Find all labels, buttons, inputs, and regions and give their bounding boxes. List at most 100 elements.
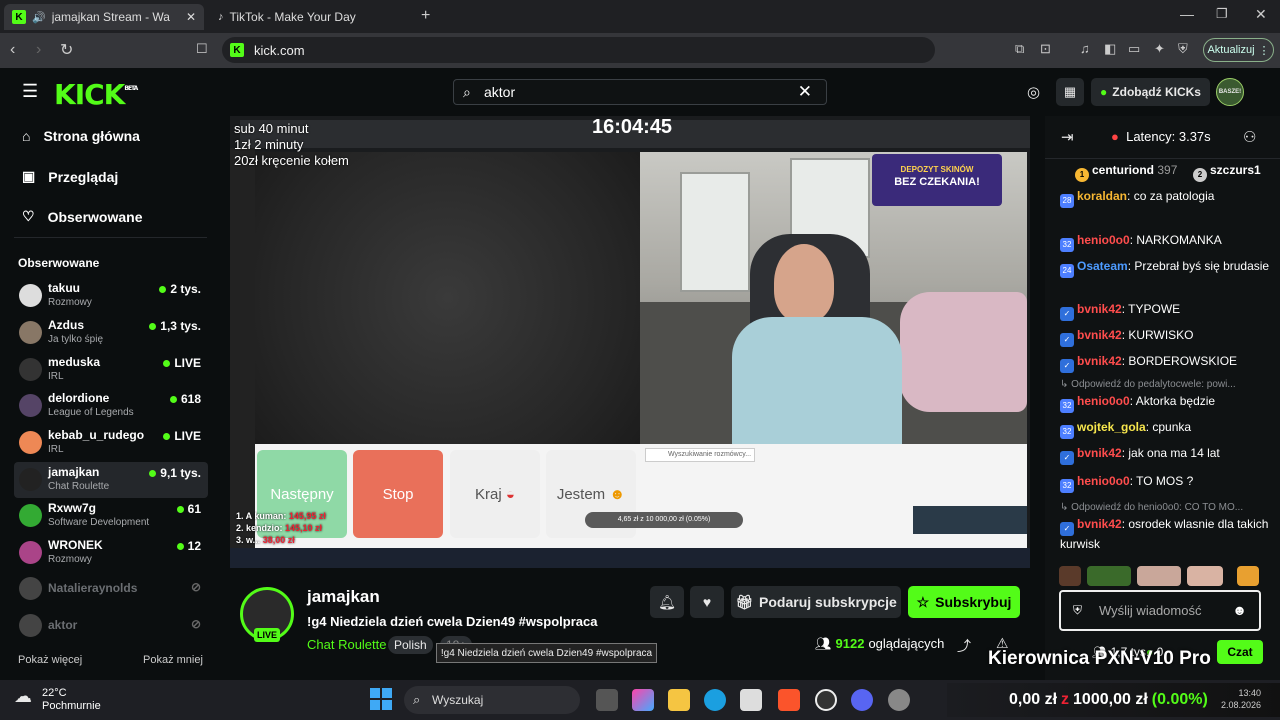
channel-item-delordione[interactable]: delordione League of Legends 618 (14, 388, 208, 424)
sidebar-item-home[interactable]: ⌂ Strona główna (22, 128, 140, 144)
brave-icon[interactable] (778, 689, 800, 711)
video-player[interactable]: DEPOZYT SKINÓW BEZ CZEKANIA! Następny St… (230, 116, 1030, 568)
taskbar-search[interactable]: ⌕ Wyszukaj (404, 686, 580, 714)
user-settings-icon[interactable]: ⚇ (1243, 128, 1256, 146)
subscribe-button[interactable]: ☆ Subskrybuj (908, 586, 1020, 618)
emoji-icon[interactable]: ☻ (1232, 602, 1247, 618)
chat-username[interactable]: koraldan (1077, 189, 1127, 203)
close-tab-icon[interactable]: ✕ (186, 10, 196, 24)
channel-item-kebab-u-rudego[interactable]: kebab_u_rudego IRL LIVE (14, 425, 208, 461)
weather-widget[interactable]: 22°C Pochmurnie (42, 687, 101, 713)
hamburger-menu-icon[interactable]: ☰ (22, 81, 38, 102)
language-tag[interactable]: Polish (388, 636, 433, 654)
window-close-icon[interactable]: ✕ (1255, 6, 1267, 23)
copilot-icon[interactable] (632, 689, 654, 711)
chat-username[interactable]: bvnik42 (1077, 302, 1122, 316)
sparkle-icon[interactable]: ✦ (1154, 41, 1165, 57)
task-view-icon[interactable] (596, 689, 618, 711)
channel-name[interactable]: jamajkan (307, 587, 380, 607)
chat-username[interactable]: bvnik42 (1077, 354, 1122, 368)
channel-item-aktor[interactable]: aktor ⊘ (14, 608, 208, 644)
windows-start-icon[interactable] (370, 688, 392, 710)
channel-item-meduska[interactable]: meduska IRL LIVE (14, 352, 208, 388)
sidebar-icon[interactable]: ◧ (1104, 41, 1116, 57)
chat-username[interactable]: Osateam (1077, 259, 1128, 273)
send-chat-button[interactable]: Czat (1217, 640, 1263, 664)
user-avatar[interactable]: BASZE! (1216, 78, 1244, 106)
edge-icon[interactable] (704, 689, 726, 711)
channel-item-azdus[interactable]: Azdus Ja tylko śpię 1,3 tys. (14, 315, 208, 351)
obs-icon[interactable] (815, 689, 837, 711)
taskbar-clock[interactable]: 13:40 2.08.2026 (1221, 687, 1261, 711)
chat-username[interactable]: wojtek_gola (1077, 420, 1146, 434)
chat-input[interactable]: ⛨ Wyślij wiadomość ☻ (1059, 590, 1261, 631)
show-more-link[interactable]: Pokaż więcej (18, 654, 82, 666)
category-link[interactable]: Chat Roulette (307, 637, 387, 652)
chat-username[interactable]: bvnik42 (1077, 446, 1122, 460)
chat-message[interactable]: 32 henio0o0: NARKOMANKA (1060, 232, 1275, 252)
dashboard-icon[interactable]: ▦ (1056, 78, 1084, 106)
bookmark-icon[interactable]: ☐ (196, 41, 208, 57)
extensions-icon[interactable]: ⧉ (1015, 41, 1024, 57)
chat-message[interactable]: 32 wojtek_gola: cpunka (1060, 419, 1275, 439)
update-button[interactable]: Aktualizuj ⋮ (1203, 38, 1274, 62)
chat-message[interactable]: 24 Osateam: Przebrał byś się brudasie (1060, 258, 1275, 278)
chat-message[interactable]: 32 henio0o0: Aktorka będzie (1060, 393, 1275, 413)
new-tab-icon[interactable]: + (421, 7, 430, 25)
chat-message[interactable]: ✓ bvnik42: KURWISKO (1060, 327, 1275, 347)
get-kicks-button[interactable]: ● Zdobądź KICKs (1091, 78, 1210, 106)
chat-username[interactable]: henio0o0 (1077, 474, 1130, 488)
app-icon[interactable] (888, 689, 910, 711)
country-button[interactable]: Kraj ◒ (450, 450, 540, 538)
show-less-link[interactable]: Pokaż mniej (143, 654, 203, 666)
discord-icon[interactable] (851, 689, 873, 711)
chat-message[interactable]: ✓ bvnik42: BORDEROWSKIOE (1060, 353, 1275, 373)
address-bar[interactable]: K kick.com (222, 37, 935, 63)
top-gifter-2[interactable]: 2 szczurs1 (1193, 163, 1261, 182)
stop-button[interactable]: Stop (353, 450, 443, 538)
back-icon[interactable]: ‹ (10, 41, 15, 59)
channel-item-wronek[interactable]: WRONEK Rozmowy 12 (14, 535, 208, 571)
chat-username[interactable]: henio0o0 (1077, 233, 1130, 247)
kick-logo[interactable]: KICKBETA (54, 78, 138, 111)
screenshot-icon[interactable]: ⊡ (1040, 41, 1051, 57)
gift-subscription-button[interactable]: 🎁︎ Podaruj subskrypcje (731, 586, 901, 618)
collapse-chat-icon[interactable]: ⇥ (1061, 128, 1074, 146)
shield-icon[interactable]: ⛨ (1178, 41, 1188, 57)
chat-username[interactable]: bvnik42 (1077, 328, 1122, 342)
search-value: aktor (484, 84, 516, 100)
minimize-icon[interactable]: — (1180, 6, 1194, 22)
reload-icon[interactable]: ↻ (60, 40, 73, 60)
channel-item-natalieraynolds[interactable]: Natalieraynolds ⊘ (14, 571, 208, 607)
chat-message[interactable]: 28 koraldan: co za patologia (1060, 188, 1275, 208)
chat-message[interactable]: ✓ bvnik42: osrodek wlasnie dla takich kur… (1060, 516, 1275, 553)
channel-category: Software Development (48, 517, 150, 528)
store-icon[interactable] (740, 689, 762, 711)
tab-jamajkan[interactable]: K 🔊 jamajkan Stream - Watch Live ✕ (4, 4, 204, 30)
chat-message[interactable]: ✓ bvnik42: jak ona ma 14 lat (1060, 445, 1275, 465)
sidebar-item-browse[interactable]: ▣ Przeglądaj (22, 168, 118, 185)
kicks-coin-icon[interactable]: ◎ (1027, 83, 1040, 101)
share-icon[interactable]: ⤴ (957, 636, 971, 656)
channel-item-takuu[interactable]: takuu Rozmowy 2 tys. (14, 278, 208, 314)
notification-bell-button[interactable]: 🔔︎ (650, 586, 684, 618)
channel-item-jamajkan[interactable]: jamajkan Chat Roulette 9,1 tys. (14, 462, 208, 498)
logo-text: KICK (54, 78, 125, 111)
clear-search-icon[interactable]: ✕ (798, 82, 812, 102)
sidebar-item-following[interactable]: ♡ Obserwowane (22, 208, 142, 225)
chat-message[interactable]: 32 henio0o0: TO MOS ? (1060, 473, 1275, 493)
follow-button[interactable]: ♥ (690, 586, 724, 618)
music-icon[interactable]: ♫ (1080, 41, 1090, 56)
restore-icon[interactable]: ❐ (1216, 6, 1228, 22)
top-gifter-1[interactable]: 1 centuriond 397 (1075, 163, 1177, 182)
chat-username[interactable]: henio0o0 (1077, 394, 1130, 408)
wallet-icon[interactable]: ▭ (1128, 41, 1140, 57)
file-explorer-icon[interactable] (668, 689, 690, 711)
search-input[interactable]: ⌕ aktor ✕ (453, 79, 827, 105)
weather-icon[interactable]: ☁ (14, 686, 32, 707)
channel-item-rxww7g[interactable]: Rxww7g Software Development 61 (14, 498, 208, 534)
chat-message[interactable]: ✓ bvnik42: TYPOWE (1060, 301, 1275, 321)
chat-username[interactable]: bvnik42 (1077, 517, 1122, 531)
tab-tiktok[interactable]: ♪ TikTok - Make Your Day (210, 4, 410, 30)
forward-icon[interactable]: › (36, 41, 41, 59)
